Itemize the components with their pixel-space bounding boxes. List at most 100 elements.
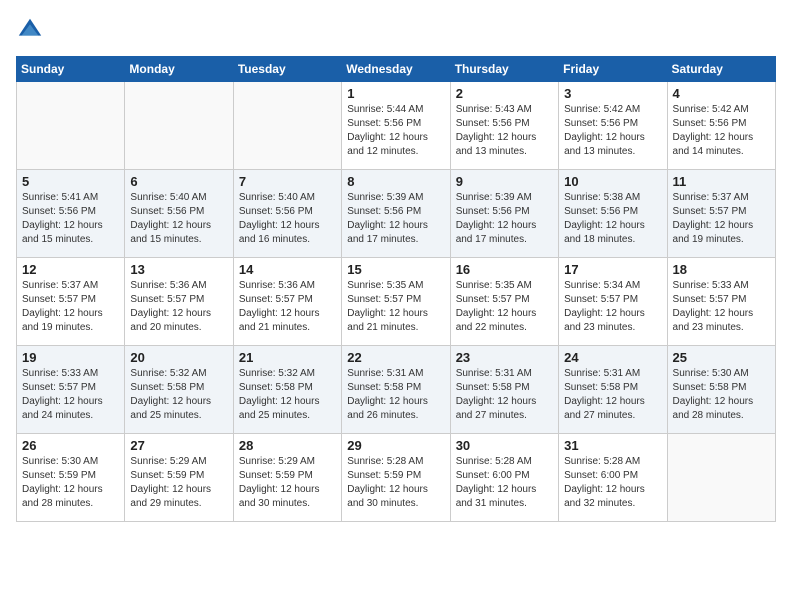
day-number: 29	[347, 438, 444, 453]
calendar-week-row: 5 Sunrise: 5:41 AMSunset: 5:56 PMDaylight…	[17, 170, 776, 258]
logo	[16, 16, 48, 44]
day-info: Sunrise: 5:30 AMSunset: 5:58 PMDaylight:…	[673, 367, 770, 423]
day-number: 28	[239, 438, 336, 453]
day-number: 30	[456, 438, 553, 453]
day-info: Sunrise: 5:34 AMSunset: 5:57 PMDaylight:…	[564, 279, 661, 335]
calendar-day-cell: 31 Sunrise: 5:28 AMSunset: 6:00 PMDayligh…	[559, 434, 667, 522]
weekday-header: Friday	[559, 57, 667, 82]
calendar-day-cell: 29Sunrise: 5:28 AMSunset: 5:59 PMDayligh…	[342, 434, 450, 522]
calendar-day-cell: 30 Sunrise: 5:28 AMSunset: 6:00 PMDayligh…	[450, 434, 558, 522]
day-info: Sunrise: 5:30 AMSunset: 5:59 PMDaylight:…	[22, 455, 119, 511]
day-info: Sunrise: 5:37 AMSunset: 5:57 PMDaylight:…	[673, 191, 770, 247]
weekday-header: Sunday	[17, 57, 125, 82]
day-info: Sunrise: 5:36 AMSunset: 5:57 PMDaylight:…	[130, 279, 227, 335]
day-number: 20	[130, 350, 227, 365]
calendar-day-cell: 18 Sunrise: 5:33 AMSunset: 5:57 PMDayligh…	[667, 258, 775, 346]
calendar-day-cell: 17Sunrise: 5:34 AMSunset: 5:57 PMDayligh…	[559, 258, 667, 346]
weekday-header: Saturday	[667, 57, 775, 82]
day-number: 2	[456, 86, 553, 101]
day-info: Sunrise: 5:31 AMSunset: 5:58 PMDaylight:…	[564, 367, 661, 423]
day-number: 7	[239, 174, 336, 189]
calendar-day-cell: 26 Sunrise: 5:30 AMSunset: 5:59 PMDayligh…	[17, 434, 125, 522]
calendar-day-cell: 9 Sunrise: 5:39 AMSunset: 5:56 PMDaylight…	[450, 170, 558, 258]
day-info: Sunrise: 5:29 AMSunset: 5:59 PMDaylight:…	[239, 455, 336, 511]
calendar-day-cell: 21 Sunrise: 5:32 AMSunset: 5:58 PMDayligh…	[233, 346, 341, 434]
day-number: 26	[22, 438, 119, 453]
day-info: Sunrise: 5:38 AMSunset: 5:56 PMDaylight:…	[564, 191, 661, 247]
calendar-day-cell: 5 Sunrise: 5:41 AMSunset: 5:56 PMDaylight…	[17, 170, 125, 258]
calendar-day-cell: 2Sunrise: 5:43 AMSunset: 5:56 PMDaylight…	[450, 82, 558, 170]
weekday-header-row: SundayMondayTuesdayWednesdayThursdayFrid…	[17, 57, 776, 82]
calendar-day-cell: 10 Sunrise: 5:38 AMSunset: 5:56 PMDayligh…	[559, 170, 667, 258]
day-info: Sunrise: 5:31 AMSunset: 5:58 PMDaylight:…	[456, 367, 553, 423]
day-number: 16	[456, 262, 553, 277]
calendar-day-cell: 15 Sunrise: 5:35 AMSunset: 5:57 PMDayligh…	[342, 258, 450, 346]
day-number: 15	[347, 262, 444, 277]
day-info: Sunrise: 5:35 AMSunset: 5:57 PMDaylight:…	[456, 279, 553, 335]
day-info: Sunrise: 5:35 AMSunset: 5:57 PMDaylight:…	[347, 279, 444, 335]
day-number: 3	[564, 86, 661, 101]
day-info: Sunrise: 5:31 AMSunset: 5:58 PMDaylight:…	[347, 367, 444, 423]
day-number: 9	[456, 174, 553, 189]
calendar-day-cell: 19Sunrise: 5:33 AMSunset: 5:57 PMDayligh…	[17, 346, 125, 434]
day-info: Sunrise: 5:42 AMSunset: 5:56 PMDaylight:…	[564, 103, 661, 159]
day-number: 24	[564, 350, 661, 365]
weekday-header: Monday	[125, 57, 233, 82]
calendar-day-cell: 7 Sunrise: 5:40 AMSunset: 5:56 PMDaylight…	[233, 170, 341, 258]
day-info: Sunrise: 5:37 AMSunset: 5:57 PMDaylight:…	[22, 279, 119, 335]
day-number: 11	[673, 174, 770, 189]
calendar-day-cell: 12 Sunrise: 5:37 AMSunset: 5:57 PMDayligh…	[17, 258, 125, 346]
calendar-day-cell: 20 Sunrise: 5:32 AMSunset: 5:58 PMDayligh…	[125, 346, 233, 434]
calendar-day-cell: 27Sunrise: 5:29 AMSunset: 5:59 PMDayligh…	[125, 434, 233, 522]
calendar-day-cell: 13Sunrise: 5:36 AMSunset: 5:57 PMDayligh…	[125, 258, 233, 346]
calendar-day-cell: 8 Sunrise: 5:39 AMSunset: 5:56 PMDaylight…	[342, 170, 450, 258]
calendar-table: SundayMondayTuesdayWednesdayThursdayFrid…	[16, 56, 776, 522]
calendar-day-cell: 6 Sunrise: 5:40 AMSunset: 5:56 PMDaylight…	[125, 170, 233, 258]
day-number: 23	[456, 350, 553, 365]
calendar-day-cell: 16 Sunrise: 5:35 AMSunset: 5:57 PMDayligh…	[450, 258, 558, 346]
day-info: Sunrise: 5:39 AMSunset: 5:56 PMDaylight:…	[347, 191, 444, 247]
day-number: 21	[239, 350, 336, 365]
page-header	[16, 16, 776, 44]
day-info: Sunrise: 5:39 AMSunset: 5:56 PMDaylight:…	[456, 191, 553, 247]
logo-icon	[16, 16, 44, 44]
calendar-day-cell: 23 Sunrise: 5:31 AMSunset: 5:58 PMDayligh…	[450, 346, 558, 434]
weekday-header: Thursday	[450, 57, 558, 82]
calendar-day-cell: 14Sunrise: 5:36 AMSunset: 5:57 PMDayligh…	[233, 258, 341, 346]
calendar-day-cell: 28 Sunrise: 5:29 AMSunset: 5:59 PMDayligh…	[233, 434, 341, 522]
calendar-week-row: 26 Sunrise: 5:30 AMSunset: 5:59 PMDayligh…	[17, 434, 776, 522]
calendar-day-cell: 22Sunrise: 5:31 AMSunset: 5:58 PMDayligh…	[342, 346, 450, 434]
calendar-day-cell	[667, 434, 775, 522]
calendar-day-cell: 11 Sunrise: 5:37 AMSunset: 5:57 PMDayligh…	[667, 170, 775, 258]
calendar-day-cell: 3 Sunrise: 5:42 AMSunset: 5:56 PMDaylight…	[559, 82, 667, 170]
calendar-day-cell: 24 Sunrise: 5:31 AMSunset: 5:58 PMDayligh…	[559, 346, 667, 434]
day-number: 18	[673, 262, 770, 277]
day-info: Sunrise: 5:33 AMSunset: 5:57 PMDaylight:…	[673, 279, 770, 335]
day-number: 14	[239, 262, 336, 277]
calendar-week-row: 1 Sunrise: 5:44 AMSunset: 5:56 PMDaylight…	[17, 82, 776, 170]
day-info: Sunrise: 5:41 AMSunset: 5:56 PMDaylight:…	[22, 191, 119, 247]
day-info: Sunrise: 5:29 AMSunset: 5:59 PMDaylight:…	[130, 455, 227, 511]
day-number: 4	[673, 86, 770, 101]
day-info: Sunrise: 5:28 AMSunset: 6:00 PMDaylight:…	[456, 455, 553, 511]
day-number: 8	[347, 174, 444, 189]
day-number: 5	[22, 174, 119, 189]
day-number: 31	[564, 438, 661, 453]
weekday-header: Tuesday	[233, 57, 341, 82]
calendar-day-cell: 4 Sunrise: 5:42 AMSunset: 5:56 PMDaylight…	[667, 82, 775, 170]
day-info: Sunrise: 5:42 AMSunset: 5:56 PMDaylight:…	[673, 103, 770, 159]
day-number: 1	[347, 86, 444, 101]
day-number: 12	[22, 262, 119, 277]
calendar-day-cell	[233, 82, 341, 170]
day-info: Sunrise: 5:40 AMSunset: 5:56 PMDaylight:…	[239, 191, 336, 247]
day-number: 6	[130, 174, 227, 189]
day-number: 19	[22, 350, 119, 365]
day-info: Sunrise: 5:44 AMSunset: 5:56 PMDaylight:…	[347, 103, 444, 159]
day-info: Sunrise: 5:40 AMSunset: 5:56 PMDaylight:…	[130, 191, 227, 247]
calendar-day-cell	[17, 82, 125, 170]
weekday-header: Wednesday	[342, 57, 450, 82]
day-info: Sunrise: 5:32 AMSunset: 5:58 PMDaylight:…	[239, 367, 336, 423]
day-info: Sunrise: 5:28 AMSunset: 6:00 PMDaylight:…	[564, 455, 661, 511]
day-number: 10	[564, 174, 661, 189]
day-info: Sunrise: 5:32 AMSunset: 5:58 PMDaylight:…	[130, 367, 227, 423]
